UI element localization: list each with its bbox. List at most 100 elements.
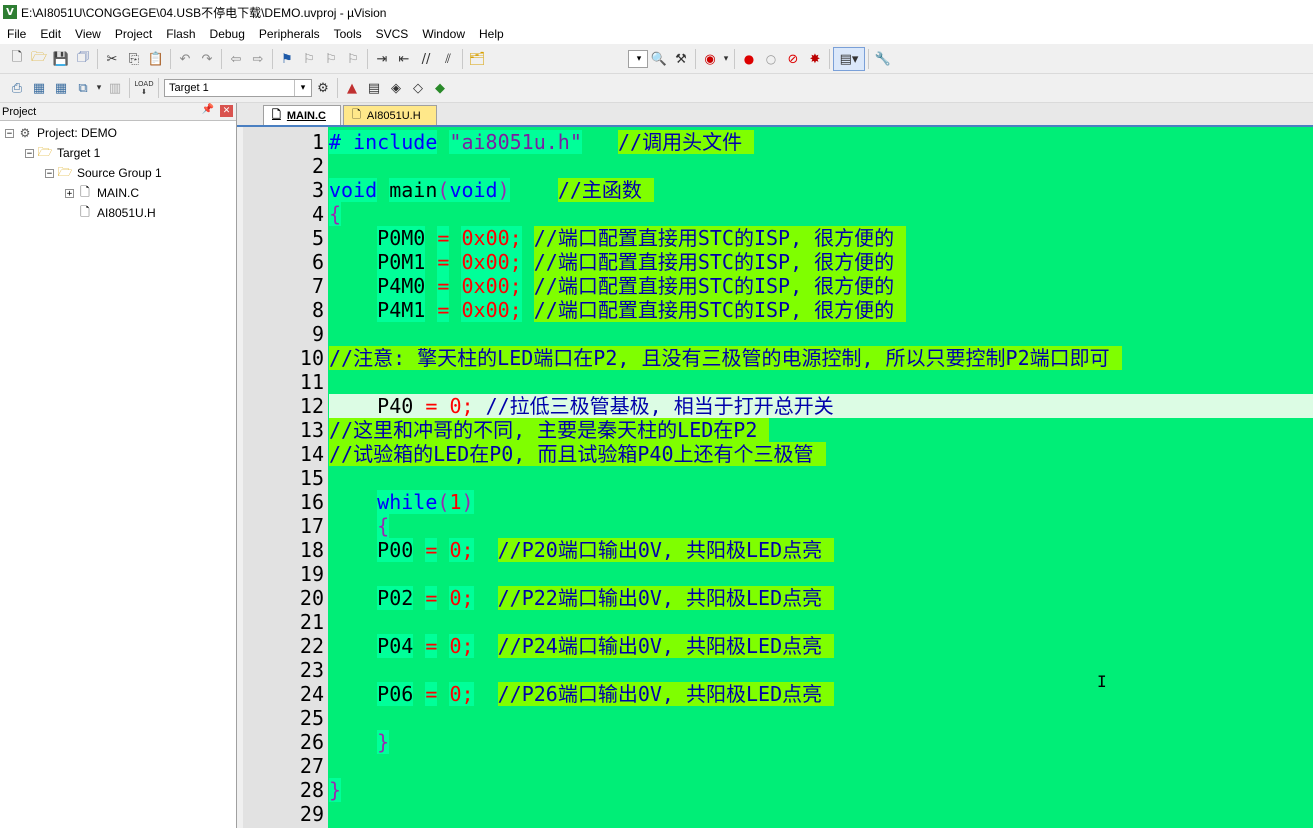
menu-peripherals[interactable]: Peripherals — [252, 24, 327, 44]
menu-project[interactable]: Project — [108, 24, 159, 44]
editor-tab-bar: 🗋 MAIN.C 🗋 AI8051U.H — [237, 103, 1313, 127]
nav-back-icon[interactable]: ⇦ — [225, 48, 247, 70]
menu-flash[interactable]: Flash — [159, 24, 202, 44]
code-line-7: P4M0 = 0x00; //端口配置直接用STC的ISP, 很方便的 — [329, 274, 907, 298]
find-combo[interactable]: ▾ — [628, 50, 648, 68]
breakpoint-kill-all-icon[interactable]: ✸ — [804, 48, 826, 70]
bookmark-prev-icon[interactable]: ⚐ — [298, 48, 320, 70]
redo-icon[interactable]: ↷ — [196, 48, 218, 70]
find-in-files-icon[interactable]: 🗂 — [466, 48, 488, 70]
load-download-icon[interactable]: LOAD ⬇ — [133, 77, 155, 99]
tree-group-node[interactable]: − 🗁 Source Group 1 — [45, 163, 162, 183]
code-editor[interactable]: 1 2 3 4 5 6 7 8 9 10 11 12 13 14 15 16 1… — [243, 127, 1313, 828]
token-paren: ) — [461, 490, 474, 514]
code-area[interactable]: # include "ai8051u.h" //调用头文件 void main(… — [329, 127, 1313, 828]
token-comment: //端口配置直接用STC的ISP, 很方便的 — [533, 274, 907, 298]
incremental-find-icon[interactable]: ⚒ — [670, 48, 692, 70]
breakpoint-enable-icon[interactable]: ○ — [760, 48, 782, 70]
breakpoint-insert-icon[interactable]: ● — [738, 48, 760, 70]
menu-tools[interactable]: Tools — [327, 24, 369, 44]
line-number: 16 — [299, 490, 324, 514]
configure-wrench-icon[interactable]: 🔧 — [872, 48, 894, 70]
undo-icon[interactable]: ↶ — [174, 48, 196, 70]
stop-build-icon[interactable]: ▥ — [104, 77, 126, 99]
menu-window[interactable]: Window — [415, 24, 472, 44]
uvision-app-icon: V — [3, 5, 17, 19]
copy-icon[interactable]: ⎘ — [123, 48, 145, 70]
debug-session-icon[interactable]: ◉ — [699, 48, 721, 70]
build-toolbar: ⎙ ▦ ▦ ⧉ ▾ ▥ LOAD ⬇ Target 1 ▾ ⚙ ▲ ▤ ◈ ◇ ◆ — [0, 74, 1313, 103]
tree-group-label: Source Group 1 — [77, 166, 162, 180]
line-number: 29 — [299, 802, 324, 826]
toolbar-separator — [829, 49, 830, 69]
menu-help[interactable]: Help — [472, 24, 511, 44]
line-number: 5 — [311, 226, 324, 250]
token-identifier: P06 — [377, 682, 414, 706]
code-line-4: { — [329, 202, 342, 226]
menu-file[interactable]: File — [0, 24, 33, 44]
collapse-icon[interactable]: − — [45, 168, 54, 178]
save-all-icon[interactable]: 🗇 — [72, 48, 94, 70]
code-line-13: //这里和冲哥的不同, 主要是秦天柱的LED在P2 — [329, 418, 770, 442]
menu-svcs[interactable]: SVCS — [369, 24, 416, 44]
save-icon[interactable]: 💾 — [50, 48, 72, 70]
toolbar-separator — [462, 49, 463, 69]
nav-forward-icon[interactable]: ⇨ — [247, 48, 269, 70]
unindent-icon[interactable]: ⇤ — [393, 48, 415, 70]
chevron-down-icon[interactable]: ▾ — [94, 77, 104, 99]
menu-edit[interactable]: Edit — [33, 24, 68, 44]
load-label: LOAD — [134, 80, 154, 88]
token-brace: { — [377, 514, 390, 538]
batch-build-icon[interactable]: ⧉ — [72, 77, 94, 99]
file-extensions-icon[interactable]: ▤ — [363, 77, 385, 99]
rebuild-icon[interactable]: ▦ — [50, 77, 72, 99]
tab-main-c-label: MAIN.C — [286, 109, 326, 122]
expand-icon[interactable]: + — [65, 188, 74, 198]
code-line-24: P06 = 0; //P26端口输出0V, 共阳极LED点亮 — [329, 682, 835, 706]
token-number: 1 — [449, 490, 462, 514]
collapse-icon[interactable]: − — [25, 148, 34, 158]
uncomment-icon[interactable]: ⫽ — [437, 48, 459, 70]
target-select[interactable]: Target 1 ▾ — [164, 79, 312, 97]
translate-icon[interactable]: ⎙ — [6, 77, 28, 99]
close-icon[interactable]: ✕ — [220, 105, 233, 117]
window-layout-icon[interactable]: ▤▾ — [833, 47, 865, 71]
code-line-28: } — [329, 778, 342, 802]
chevron-down-icon[interactable]: ▾ — [721, 48, 731, 70]
new-file-icon[interactable]: 🗋 — [6, 48, 28, 70]
cut-icon[interactable]: ✂ — [101, 48, 123, 70]
collapse-icon[interactable]: − — [5, 128, 14, 138]
manage-project-items-icon[interactable]: ▲ — [341, 77, 363, 99]
bookmark-next-icon[interactable]: ⚐ — [320, 48, 342, 70]
breakpoint-disable-all-icon[interactable]: ⊘ — [782, 48, 804, 70]
pin-icon[interactable]: 📌 — [202, 104, 214, 115]
code-line-1: # include "ai8051u.h" //调用头文件 — [329, 130, 755, 154]
tab-main-c[interactable]: 🗋 MAIN.C — [263, 105, 341, 125]
indent-icon[interactable]: ⇥ — [371, 48, 393, 70]
manage-runtime-icon[interactable]: ◈ — [385, 77, 407, 99]
bookmark-icon[interactable]: ⚑ — [276, 48, 298, 70]
tree-target-node[interactable]: − 🗁 Target 1 — [25, 143, 100, 163]
tab-ai8051u-h[interactable]: 🗋 AI8051U.H — [343, 105, 437, 125]
folder-icon: 🗁 — [57, 164, 73, 179]
bookmark-clear-icon[interactable]: ⚐ — [342, 48, 364, 70]
project-panel: Project 📌 ✕ − ⚙ Project: DEMO − 🗁 Target… — [0, 103, 237, 828]
comment-icon[interactable]: // — [415, 48, 437, 70]
tree-file-main[interactable]: + 🗋 MAIN.C — [65, 183, 139, 203]
open-folder-icon[interactable]: 🗁 — [28, 48, 50, 70]
menu-view[interactable]: View — [68, 24, 108, 44]
token-comment: //P22端口输出0V, 共阳极LED点亮 — [497, 586, 835, 610]
pack-installer-icon[interactable]: ◇ — [407, 77, 429, 99]
tree-project-node[interactable]: − ⚙ Project: DEMO — [5, 123, 117, 143]
build-icon[interactable]: ▦ — [28, 77, 50, 99]
project-icon: ⚙ — [19, 126, 31, 140]
token-number: 0; — [449, 634, 474, 658]
code-line-18: P00 = 0; //P20端口输出0V, 共阳极LED点亮 — [329, 538, 835, 562]
find-icon[interactable]: 🔍 — [648, 48, 670, 70]
tree-file-header[interactable]: 🗋 AI8051U.H — [77, 203, 156, 223]
paste-icon[interactable]: 📋 — [145, 48, 167, 70]
target-options-icon[interactable]: ⚙ — [312, 77, 334, 99]
menu-debug[interactable]: Debug — [203, 24, 252, 44]
select-software-packs-icon[interactable]: ◆ — [429, 77, 451, 99]
code-line-16: while(1) — [329, 490, 474, 514]
